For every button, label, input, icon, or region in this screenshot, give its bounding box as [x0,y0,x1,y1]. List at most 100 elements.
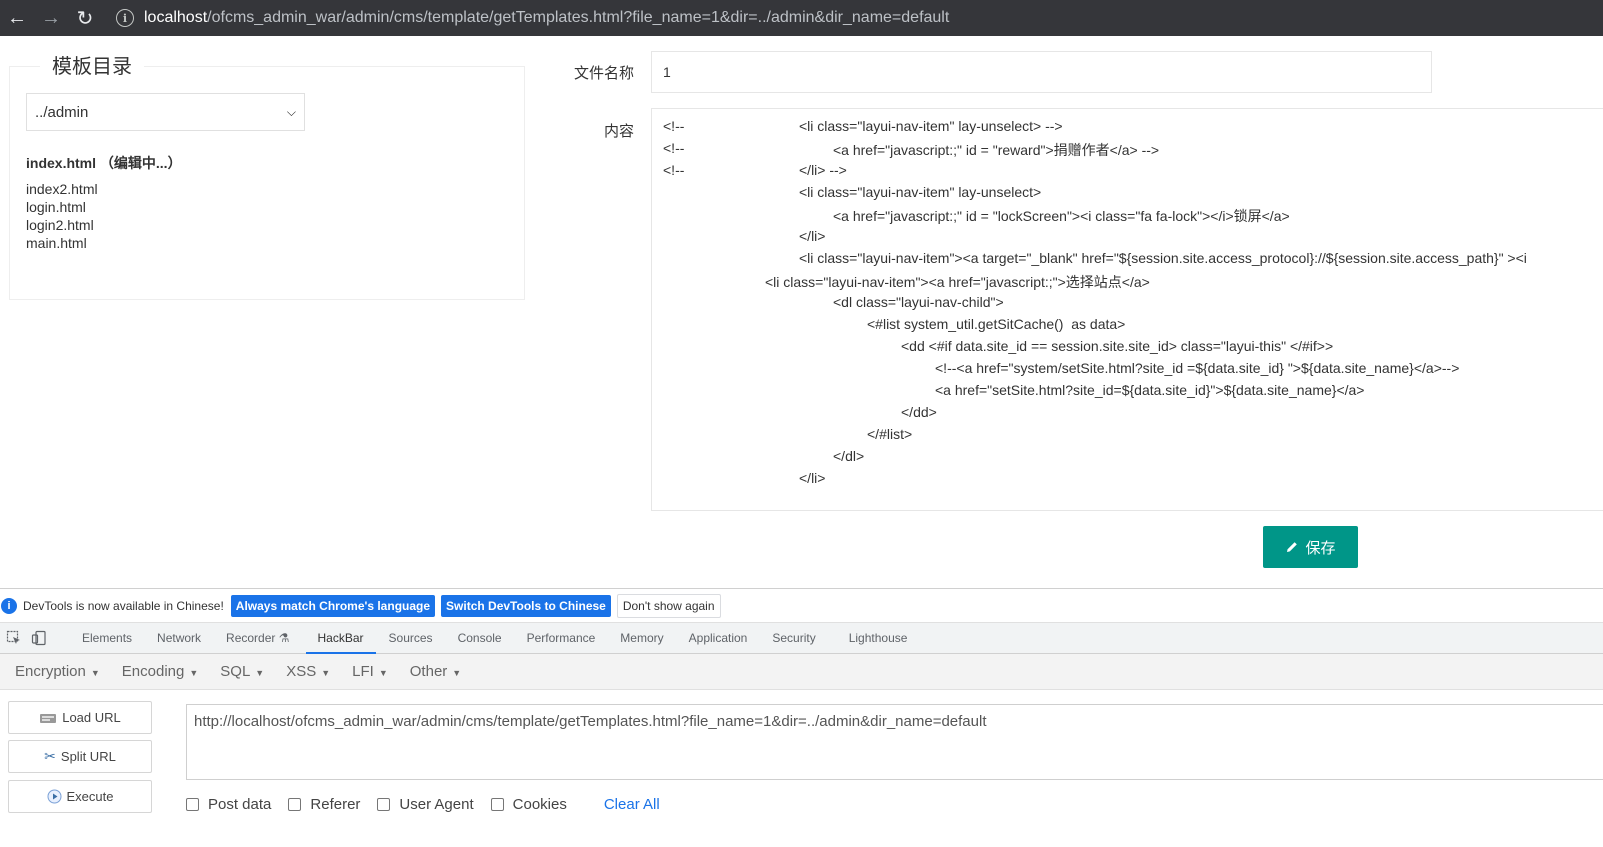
menu-other[interactable]: Other ▼ [410,663,461,680]
menu-xss[interactable]: XSS ▼ [286,663,330,680]
menu-encoding[interactable]: Encoding ▼ [122,663,198,680]
clear-all-link[interactable]: Clear All [604,796,660,813]
file-item[interactable]: login2.html [26,216,98,234]
cookies-checkbox[interactable] [490,797,504,811]
referer-label: Referer [310,795,361,813]
code-line: <dl class="layui-nav-child"> [833,294,1004,310]
dont-show-again-button[interactable]: Don't show again [616,593,721,618]
code-line: <a href="javascript:;" id = "reward">捐赠作… [833,142,1160,158]
file-item[interactable]: login.html [26,198,98,216]
load-url-button[interactable]: Load URL [8,701,152,734]
tab-elements[interactable]: Elements [82,623,132,654]
code-line: </li> [799,228,826,244]
address-bar[interactable]: localhost/ofcms_admin_war/admin/cms/temp… [144,9,949,27]
menu-encryption[interactable]: Encryption ▼ [15,663,100,680]
reload-icon[interactable]: ↻ [68,0,102,36]
content-label: 内容 [603,123,634,140]
tab-lighthouse[interactable]: Lighthouse [849,623,908,654]
file-name-input[interactable]: 1 [651,51,1432,93]
url-path: /ofcms_admin_war/admin/cms/template/getT… [207,9,950,26]
referer-checkbox[interactable] [288,797,302,811]
execute-label: Execute [66,789,114,804]
devtools-panel: i DevTools is now available in Chinese! … [0,588,1603,847]
caret-down-icon: ▼ [321,668,331,678]
code-line: <li class="layui-nav-item" lay-unselect>… [799,118,1063,134]
site-info-icon[interactable]: i [116,9,134,27]
post-data-label: Post data [208,795,272,813]
browser-toolbar: ← → ↻ i localhost/ofcms_admin_war/admin/… [0,0,1603,36]
device-toolbar-icon[interactable] [28,627,50,649]
caret-down-icon: ▼ [90,668,100,678]
code-line: </dd> [901,404,937,420]
save-button[interactable]: 保存 [1263,526,1358,568]
forward-arrow-icon[interactable]: → [34,0,68,36]
code-line: </li> --> [799,162,847,178]
menu-sql-label: SQL [220,663,251,680]
directory-select[interactable]: ../admin ⌵ [26,93,305,131]
post-data-option[interactable]: Post data [186,796,271,813]
menu-other-label: Other [409,663,448,680]
user-agent-option[interactable]: User Agent [377,796,474,813]
cookies-label: Cookies [512,795,567,813]
code-line: <!--<a href="system/setSite.html?site_id… [935,360,1460,376]
url-host: localhost [144,9,208,26]
caret-down-icon: ▼ [378,668,388,678]
tab-security[interactable]: Security [772,623,815,654]
code-line: <a href="javascript:;" id = "lockScreen"… [833,208,1290,224]
match-language-button[interactable]: Always match Chrome's language [230,594,436,617]
scissors-icon: ✂ [44,748,56,764]
caret-down-icon: ▼ [255,668,265,678]
code-line: <a href="setSite.html?site_id=${data.sit… [935,382,1365,398]
load-url-icon [40,713,57,723]
menu-sql[interactable]: SQL ▼ [220,663,264,680]
flask-icon: ⚗ [278,630,290,645]
menu-lfi-label: LFI [352,663,374,680]
file-item[interactable]: index2.html [26,180,98,198]
hackbar-menu: Encryption ▼ Encoding ▼ SQL ▼ XSS ▼ LFI ▼ Oth… [0,654,1603,690]
code-line: <!-- [663,162,685,178]
current-file: index.html （编辑中...） [26,155,182,171]
split-url-label: Split URL [60,749,116,764]
tab-hackbar[interactable]: HackBar [305,623,376,654]
hackbar-url-textarea[interactable]: http://localhost/ofcms_admin_war/admin/c… [186,704,1603,780]
tab-sources[interactable]: Sources [389,623,433,654]
notice-text: DevTools is now available in Chinese! [23,598,224,613]
code-line: </li> [799,470,826,486]
execute-button[interactable]: Execute [8,780,152,813]
code-line: <dd <#if data.site_id == session.site.si… [901,338,1334,354]
back-arrow-icon[interactable]: ← [0,0,34,36]
template-directory-title: 模板目录 [40,50,144,79]
tab-recorder[interactable]: Recorder ⚗ [226,623,289,654]
code-line: <!-- [663,140,685,156]
inspect-element-icon[interactable] [3,627,25,649]
switch-chinese-button[interactable]: Switch DevTools to Chinese [441,594,611,617]
hackbar-options: Post data Referer User Agent Cookies Cle… [186,793,660,815]
page-content: 模板目录 ../admin ⌵ index.html （编辑中...） inde… [0,36,1603,588]
content-textarea[interactable]: <!-- <!-- <!-- <li class="layui-nav-item… [651,108,1603,511]
code-line: <li class="layui-nav-item" lay-unselect> [799,184,1042,200]
pencil-icon [1287,542,1298,552]
language-notice-bar: i DevTools is now available in Chinese! … [0,589,1603,623]
chevron-down-icon: ⌵ [286,104,296,119]
split-url-button[interactable]: ✂ Split URL [8,740,152,773]
tab-performance[interactable]: Performance [527,623,596,654]
template-directory-panel: 模板目录 ../admin ⌵ index.html （编辑中...） inde… [9,50,525,300]
cookies-option[interactable]: Cookies [490,795,567,813]
menu-xss-label: XSS [286,663,317,680]
tab-application[interactable]: Application [689,623,748,654]
menu-encoding-label: Encoding [121,663,185,680]
devtools-tab-bar: Elements Network Recorder ⚗ HackBar Sour… [0,623,1603,654]
code-line: <li class="layui-nav-item"><a target="_b… [799,250,1527,266]
code-line: </dl> [833,448,865,464]
menu-encryption-label: Encryption [15,663,86,680]
tab-recorder-label: Recorder [226,630,276,645]
referer-option[interactable]: Referer [288,796,360,813]
menu-lfi[interactable]: LFI ▼ [352,663,388,680]
user-agent-checkbox[interactable] [377,797,391,811]
post-data-checkbox[interactable] [186,797,199,811]
code-line: </#list> [867,426,913,442]
file-item[interactable]: main.html [26,234,98,252]
tab-memory[interactable]: Memory [620,623,663,654]
tab-console[interactable]: Console [458,623,502,654]
tab-network[interactable]: Network [157,623,201,654]
